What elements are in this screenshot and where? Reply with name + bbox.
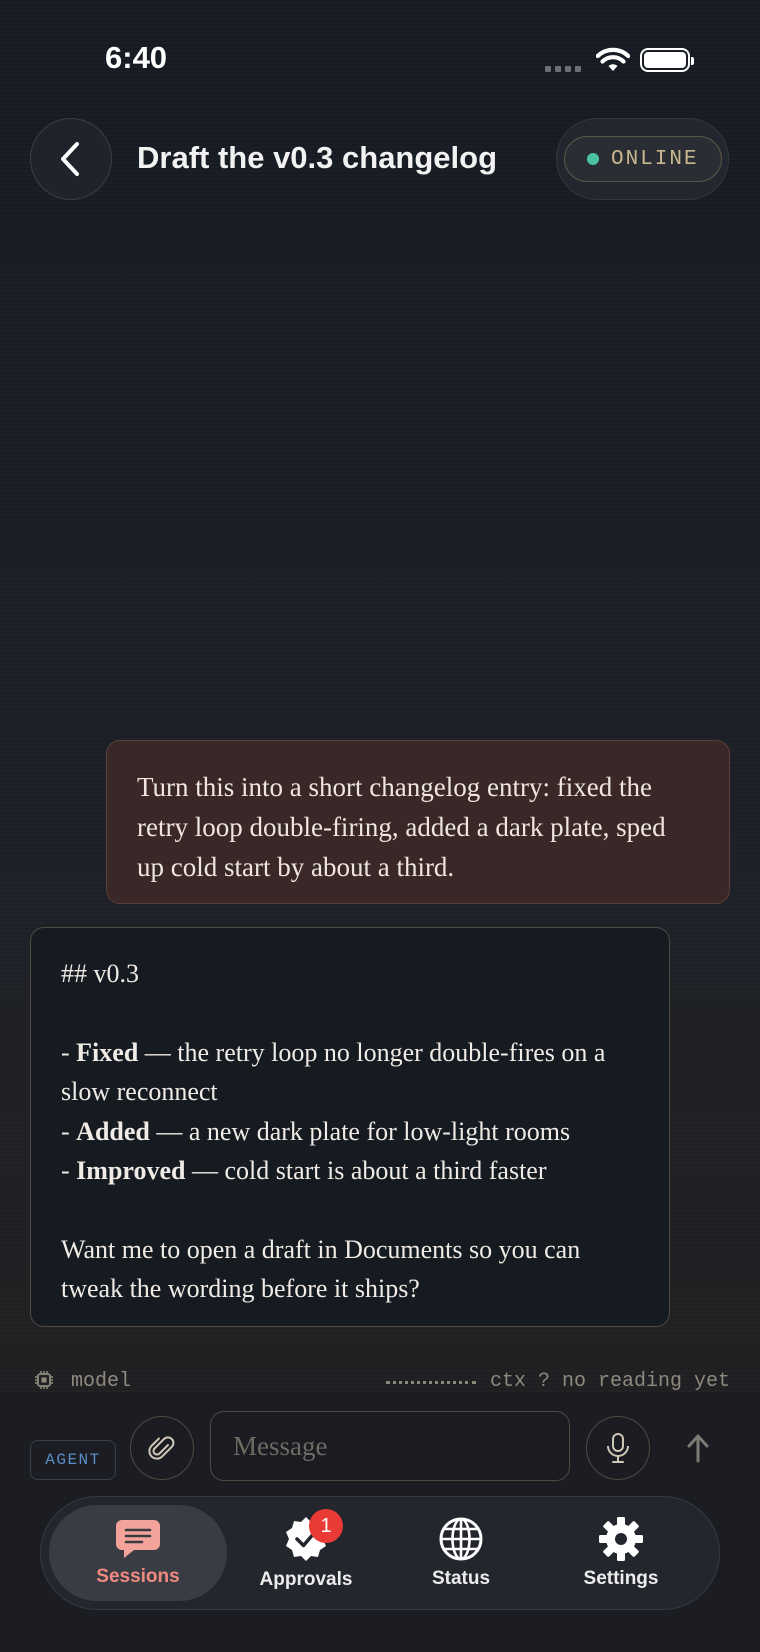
tab-status[interactable]: Status bbox=[391, 1505, 531, 1601]
context-label: ctx ? no reading yet bbox=[489, 1370, 730, 1393]
chevron-left-icon bbox=[61, 142, 79, 176]
tab-label: Sessions bbox=[96, 1566, 180, 1587]
context-meter bbox=[386, 1381, 476, 1384]
tab-label: Settings bbox=[583, 1568, 659, 1589]
back-button[interactable] bbox=[30, 118, 112, 200]
online-status-badge: ONLINE bbox=[564, 136, 722, 182]
tab-label: Status bbox=[431, 1568, 491, 1589]
tab-settings[interactable]: Settings bbox=[541, 1505, 701, 1601]
model-context-strip: model ctx ? no reading yet bbox=[34, 1368, 730, 1398]
online-status-label: ONLINE bbox=[611, 147, 699, 171]
agent-message-bubble: ## v0.3 - Fixed — the retry loop no long… bbox=[30, 927, 670, 1327]
paperclip-icon bbox=[148, 1436, 175, 1460]
status-time: 6:40 bbox=[105, 40, 168, 75]
tab-bar: Sessions Approvals 1 Status Settings bbox=[40, 1496, 720, 1610]
battery-icon bbox=[640, 48, 694, 72]
agent-mode-badge[interactable]: AGENT bbox=[30, 1440, 116, 1480]
notification-badge: 1 bbox=[309, 1509, 343, 1543]
chip-icon bbox=[35, 1371, 53, 1389]
changelog-item: - Fixed — the retry loop no longer doubl… bbox=[61, 1037, 606, 1107]
agent-closing-question: Want me to open a draft in Documents so … bbox=[61, 1234, 581, 1304]
message-input[interactable] bbox=[210, 1411, 570, 1481]
page-title: Draft the v0.3 changelog bbox=[137, 140, 498, 175]
changelog-item: - Added — a new dark plate for low-light… bbox=[61, 1116, 571, 1146]
microphone-icon bbox=[607, 1433, 629, 1463]
send-button[interactable] bbox=[676, 1424, 720, 1472]
tab-label: Approvals bbox=[259, 1569, 353, 1590]
online-dot-icon bbox=[587, 153, 599, 165]
changelog-item: - Improved — cold start is about a third… bbox=[61, 1156, 547, 1185]
tab-approvals[interactable]: Approvals 1 bbox=[231, 1505, 381, 1601]
cellular-signal-icon bbox=[545, 66, 581, 72]
chat-bubble-icon bbox=[116, 1520, 160, 1558]
attach-button[interactable] bbox=[130, 1416, 194, 1480]
model-label[interactable]: model bbox=[71, 1370, 131, 1393]
tab-sessions[interactable]: Sessions bbox=[49, 1505, 227, 1601]
wifi-icon bbox=[595, 47, 631, 78]
gear-icon bbox=[599, 1517, 643, 1561]
microphone-button[interactable] bbox=[586, 1416, 650, 1480]
globe-icon bbox=[439, 1517, 483, 1561]
arrow-up-icon bbox=[687, 1434, 709, 1463]
changelog-heading: ## v0.3 bbox=[61, 959, 139, 988]
user-message-bubble: Turn this into a short changelog entry: … bbox=[106, 740, 730, 904]
